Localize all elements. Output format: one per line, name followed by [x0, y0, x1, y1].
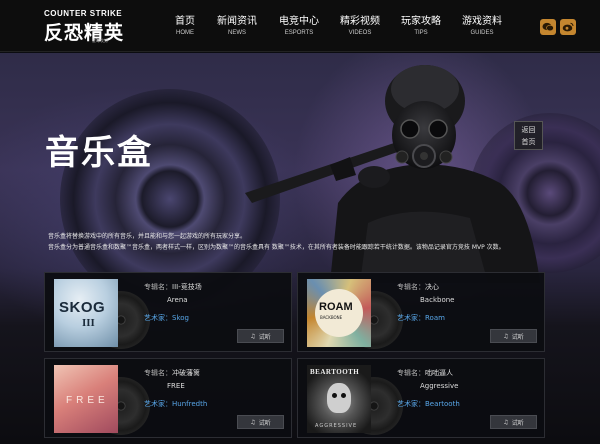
listen-button[interactable]: ♫ 试听	[490, 415, 537, 429]
album-name-label: 专辑名：	[397, 369, 425, 377]
listen-label: 试听	[258, 419, 271, 427]
album-info: 专辑名：咄咄逼人 Aggressive 艺术家：Beartooth	[397, 367, 460, 411]
wechat-icon[interactable]	[540, 19, 556, 35]
page-title: 音乐盒	[45, 133, 153, 173]
album-card: FREE 专辑名：冲破藩篱 FREE 艺术家：Hunfredth ♫ 试听	[44, 358, 292, 438]
album-info: 专辑名：决心 Backbone 艺术家：Roam	[397, 281, 454, 325]
nav-label: 电竞中心	[279, 16, 319, 27]
hero-banner: 音乐盒 返回 首页 音乐盒将替换游戏中的所有音乐，并且能和与您一起游戏的所有玩家…	[0, 53, 600, 444]
music-note-icon: ♫	[250, 332, 256, 340]
album-art-text: SKOG	[59, 299, 106, 316]
album-info: 专辑名：III-竞技场 Arena 艺术家：Skog	[144, 281, 202, 325]
album-cover: FREE	[54, 365, 150, 435]
listen-label: 试听	[511, 333, 524, 341]
weibo-icon[interactable]	[560, 19, 576, 35]
album-art-text: AGGRESSIVE	[315, 423, 358, 429]
album-subtitle: Backbone	[420, 296, 455, 304]
listen-button[interactable]: ♫ 试听	[490, 329, 537, 343]
brand-logo[interactable]: COUNTER STRIKE 反恐精英 全球攻势	[44, 9, 152, 45]
nav-sublabel: NEWS	[228, 30, 246, 36]
album-card: SKOG III 专辑名：III-竞技场 Arena 艺术家：Skog ♫ 试听	[44, 272, 292, 352]
artist-link[interactable]: Hunfredth	[172, 400, 207, 408]
album-art: BEARTOOTH AGGRESSIVE	[307, 365, 371, 433]
nav-videos[interactable]: 精彩视频 VIDEOS	[330, 15, 390, 36]
back-home-label: 首页	[521, 138, 536, 146]
album-art: FREE	[54, 365, 118, 433]
listen-label: 试听	[258, 333, 271, 341]
album-cover: ROAM BACKBONE	[307, 279, 403, 349]
nav-news[interactable]: 新闻资讯 NEWS	[207, 15, 267, 36]
artist-link[interactable]: Roam	[425, 314, 445, 322]
album-subtitle: Arena	[167, 296, 188, 304]
album-name: 决心	[425, 283, 439, 291]
artist-label: 艺术家：	[397, 400, 425, 408]
album-art-text: III	[82, 317, 95, 329]
music-note-icon: ♫	[250, 418, 256, 426]
description-line: 音乐盒将替换游戏中的所有音乐，并且能和与您一起游戏的所有玩家分享。	[48, 233, 247, 240]
album-name-label: 专辑名：	[144, 369, 172, 377]
nav-sublabel: HOME	[176, 30, 194, 36]
album-name: III-竞技场	[172, 283, 202, 291]
listen-button[interactable]: ♫ 试听	[237, 415, 284, 429]
nav-tips[interactable]: 玩家攻略 TIPS	[391, 15, 451, 36]
album-cover: SKOG III	[54, 279, 150, 349]
album-name-label: 专辑名：	[144, 283, 172, 291]
artist-link[interactable]: Skog	[172, 314, 189, 322]
album-art-text: ROAM	[319, 301, 353, 313]
music-note-icon: ♫	[503, 418, 509, 426]
logo-wordmark-cn: 反恐精英	[44, 22, 125, 44]
back-home-label: 返回	[521, 126, 536, 134]
album-subtitle: Aggressive	[420, 382, 459, 390]
album-subtitle: FREE	[167, 382, 185, 390]
listen-button[interactable]: ♫ 试听	[237, 329, 284, 343]
nav-esports[interactable]: 电竞中心 ESPORTS	[269, 15, 329, 36]
album-art-text: BEARTOOTH	[310, 368, 360, 376]
music-note-icon: ♫	[503, 332, 509, 340]
artist-label: 艺术家：	[397, 314, 425, 322]
listen-label: 试听	[511, 419, 524, 427]
logo-subtitle: 全球攻势	[92, 38, 108, 43]
nav-sublabel: VIDEOS	[348, 30, 372, 36]
artist-label: 艺术家：	[144, 314, 172, 322]
back-home-button[interactable]: 返回 首页	[514, 121, 543, 150]
artist-label: 艺术家：	[144, 400, 172, 408]
nav-sublabel: ESPORTS	[284, 30, 314, 36]
nav-home[interactable]: 首页 HOME	[155, 15, 215, 36]
nav-sublabel: GUIDES	[470, 30, 494, 36]
nav-label: 首页	[175, 16, 195, 27]
nav-label: 游戏资料	[462, 16, 502, 27]
album-name: 咄咄逼人	[425, 369, 453, 377]
album-card: BEARTOOTH AGGRESSIVE 专辑名：咄咄逼人 Aggressive…	[297, 358, 545, 438]
album-name: 冲破藩篱	[172, 369, 200, 377]
nav-label: 玩家攻略	[401, 16, 441, 27]
nav-guides[interactable]: 游戏资料 GUIDES	[452, 15, 512, 36]
album-art: SKOG III	[54, 279, 118, 347]
logo-wordmark-en: COUNTER STRIKE	[44, 9, 123, 18]
description-line: 音乐盒分为普通音乐盒和数聚™音乐盒，两者样式一样，区别为数聚™的音乐盒具有 数聚…	[48, 244, 505, 251]
album-cover: BEARTOOTH AGGRESSIVE	[307, 365, 403, 435]
album-card: ROAM BACKBONE 专辑名：决心 Backbone 艺术家：Roam ♫…	[297, 272, 545, 352]
nav-sublabel: TIPS	[414, 30, 428, 36]
description: 音乐盒将替换游戏中的所有音乐，并且能和与您一起游戏的所有玩家分享。 音乐盒分为普…	[48, 231, 548, 253]
album-info: 专辑名：冲破藩篱 FREE 艺术家：Hunfredth	[144, 367, 207, 411]
artist-link[interactable]: Beartooth	[425, 400, 460, 408]
nav-label: 新闻资讯	[217, 16, 257, 27]
album-name-label: 专辑名：	[397, 283, 425, 291]
album-art-text: FREE	[66, 395, 109, 406]
album-art-text: BACKBONE	[320, 315, 343, 320]
top-nav: COUNTER STRIKE 反恐精英 全球攻势 首页 HOME 新闻资讯 NE…	[0, 0, 600, 52]
nav-label: 精彩视频	[340, 16, 380, 27]
album-art: ROAM BACKBONE	[307, 279, 371, 347]
